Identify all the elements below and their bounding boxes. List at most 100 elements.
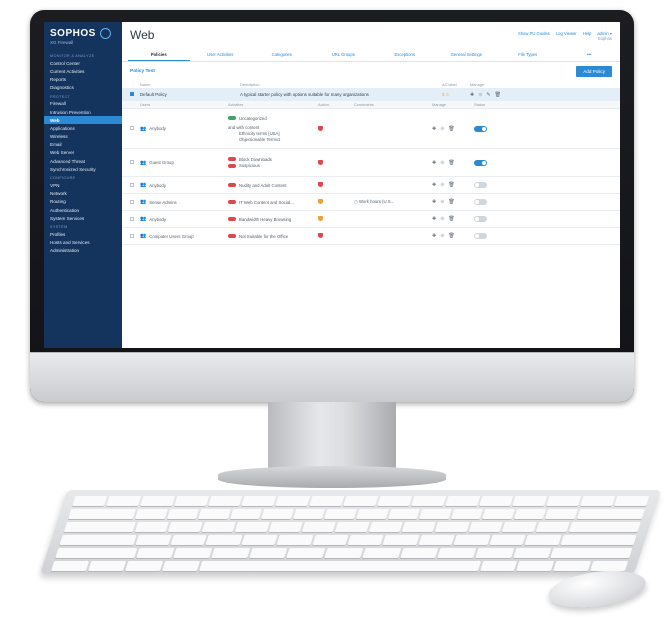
sophos-shield-icon — [99, 28, 111, 39]
log-viewer-link[interactable]: Log Viewer — [556, 31, 577, 41]
table-row[interactable]: 👥 Anybody Nudity and Adult Content ✚ ⊕ 🗑 — [122, 177, 620, 194]
rule-checkbox[interactable] — [130, 216, 134, 221]
clone-icon[interactable]: ⊕ — [440, 182, 444, 188]
clock-icon: ◷ — [354, 199, 358, 204]
edit-icon[interactable]: ✎ — [486, 92, 490, 98]
clone-icon[interactable]: ⊕ — [440, 233, 444, 239]
sidebar-item-advanced-threat[interactable]: Advanced Threat — [44, 157, 122, 165]
delete-icon[interactable]: 🗑 — [448, 233, 454, 239]
sidebar-item-web-server[interactable]: Web Server — [44, 149, 122, 157]
sidebar-item-authentication[interactable]: Authentication — [44, 206, 122, 214]
delete-icon[interactable]: 🗑 — [448, 160, 454, 166]
add-icon[interactable]: ✚ — [432, 199, 436, 205]
tab-exceptions[interactable]: Exceptions — [374, 48, 436, 61]
activity-label: IT Web Content and Social... — [239, 199, 294, 205]
default-policy-row[interactable]: Default Policy A typical starter policy … — [122, 88, 620, 101]
action-shield-icon[interactable] — [318, 233, 323, 238]
clone-icon[interactable]: ⊕ — [440, 199, 444, 205]
table-row[interactable]: 👥 Anybody Bandwidth Heavy Browsing ✚ ⊕ 🗑 — [122, 211, 620, 228]
add-icon[interactable]: ✚ — [432, 160, 436, 166]
add-icon[interactable]: ✚ — [432, 126, 436, 132]
sidebar-item-reports[interactable]: Reports — [44, 75, 122, 83]
table-row[interactable]: 👥 Computer Users Group Not Suitable for … — [122, 228, 620, 245]
key — [134, 535, 172, 545]
rule-users[interactable]: Computer Users Group — [149, 234, 193, 239]
clone-icon[interactable]: ⊕ — [478, 92, 482, 98]
sidebar-item-system-services[interactable]: System Services — [44, 214, 122, 222]
sidebar-item-control-center[interactable]: Control Center — [44, 59, 122, 67]
clone-icon[interactable]: ⊕ — [440, 160, 444, 166]
page-title: Web — [130, 28, 155, 42]
tab-file-types[interactable]: File Types — [497, 48, 559, 61]
sidebar-item-routing[interactable]: Routing — [44, 198, 122, 206]
status-toggle[interactable] — [474, 233, 487, 239]
add-icon[interactable]: ✚ — [432, 182, 436, 188]
rule-users[interactable]: Anybody — [149, 217, 166, 222]
tab-user-activities[interactable]: User Activities — [190, 48, 252, 61]
rule-checkbox[interactable] — [130, 126, 134, 130]
add-policy-button[interactable]: Add Policy — [576, 65, 612, 77]
delete-icon[interactable]: 🗑 — [495, 92, 501, 98]
add-icon[interactable]: ✚ — [432, 216, 436, 222]
sidebar-item-intrusion-prevention[interactable]: Intrusion Prevention — [44, 108, 122, 116]
action-shield-icon[interactable] — [318, 216, 323, 221]
default-policy-manage: ✚ ⊕ ✎ 🗑 — [470, 92, 510, 98]
sidebar-item-email[interactable]: Email — [44, 141, 122, 149]
rule-checkbox[interactable] — [130, 233, 134, 238]
action-shield-icon[interactable] — [318, 182, 323, 187]
sidebar-item-vpn[interactable]: VPN — [44, 181, 122, 189]
delete-icon[interactable]: 🗑 — [448, 126, 454, 132]
default-policy-checkbox[interactable] — [130, 92, 134, 96]
sidebar-item-firewall[interactable]: Firewall — [44, 100, 122, 108]
sidebar-item-administration[interactable]: Administration — [44, 247, 122, 255]
rule-checkbox[interactable] — [130, 182, 134, 187]
sidebar-item-diagnostics[interactable]: Diagnostics — [44, 84, 122, 92]
status-toggle[interactable] — [474, 199, 487, 205]
tab-more[interactable]: ••• — [559, 48, 621, 61]
add-rule-icon[interactable]: ✚ — [470, 92, 474, 98]
action-shield-icon[interactable] — [318, 125, 323, 131]
sidebar-item-profiles[interactable]: Profiles — [44, 230, 122, 238]
col-activities: Activities — [228, 102, 244, 107]
sidebar-item-current-activities[interactable]: Current Activities — [44, 67, 122, 75]
sidebar-item-network[interactable]: Network — [44, 190, 122, 198]
table-row[interactable]: 👥 Anybody Uncategorized and with content E… — [122, 109, 620, 149]
status-toggle[interactable] — [474, 159, 487, 166]
sidebar-item-wireless[interactable]: Wireless — [44, 133, 122, 141]
tab-general-settings[interactable]: General Settings — [436, 48, 498, 61]
sidebar-nav: MONITOR & ANALYZE Control Center Current A… — [44, 51, 122, 255]
tab-policies[interactable]: Policies — [128, 48, 190, 61]
sidebar-item-applications[interactable]: Applications — [44, 124, 122, 132]
status-toggle[interactable] — [474, 125, 487, 132]
delete-icon[interactable]: 🗑 — [448, 216, 454, 222]
brand-logo: SOPHOS — [44, 28, 122, 39]
admin-menu[interactable]: admin ▾ Sophos — [597, 31, 612, 41]
rule-users[interactable]: Anybody — [149, 126, 166, 131]
table-row[interactable]: 👥 Guest Group Block Downloads Suspicious… — [122, 149, 620, 177]
key — [418, 509, 452, 519]
clone-icon[interactable]: ⊕ — [440, 126, 444, 132]
delete-icon[interactable]: 🗑 — [448, 199, 454, 205]
sidebar-item-hosts-and-services[interactable]: Hosts and Services — [44, 239, 122, 247]
show-pu-guides-link[interactable]: Show PU Guides — [518, 31, 550, 41]
status-toggle[interactable] — [474, 216, 487, 222]
rule-checkbox[interactable] — [130, 160, 134, 164]
rule-users[interactable]: Sense Admins — [149, 200, 176, 205]
policy-subbar: Policy Test Add Policy — [122, 62, 620, 80]
sidebar-item-web[interactable]: Web — [44, 116, 122, 125]
clone-icon[interactable]: ⊕ — [440, 216, 444, 222]
sidebar-item-synchronized-security[interactable]: Synchronized Security — [44, 165, 122, 173]
delete-icon[interactable]: 🗑 — [448, 182, 454, 188]
status-toggle[interactable] — [474, 182, 487, 188]
action-shield-icon[interactable] — [318, 159, 323, 165]
tab-categories[interactable]: Categories — [251, 48, 313, 61]
rule-users[interactable]: Anybody — [149, 183, 166, 188]
key — [516, 561, 555, 571]
table-row[interactable]: 👥 Sense Admins IT Web Content and Social… — [122, 194, 620, 211]
tab-url-groups[interactable]: URL Groups — [313, 48, 375, 61]
help-link[interactable]: Help — [583, 31, 592, 41]
rule-checkbox[interactable] — [130, 199, 134, 204]
rule-users[interactable]: Guest Group — [149, 160, 174, 165]
action-shield-icon[interactable] — [318, 199, 323, 204]
add-icon[interactable]: ✚ — [432, 233, 436, 239]
